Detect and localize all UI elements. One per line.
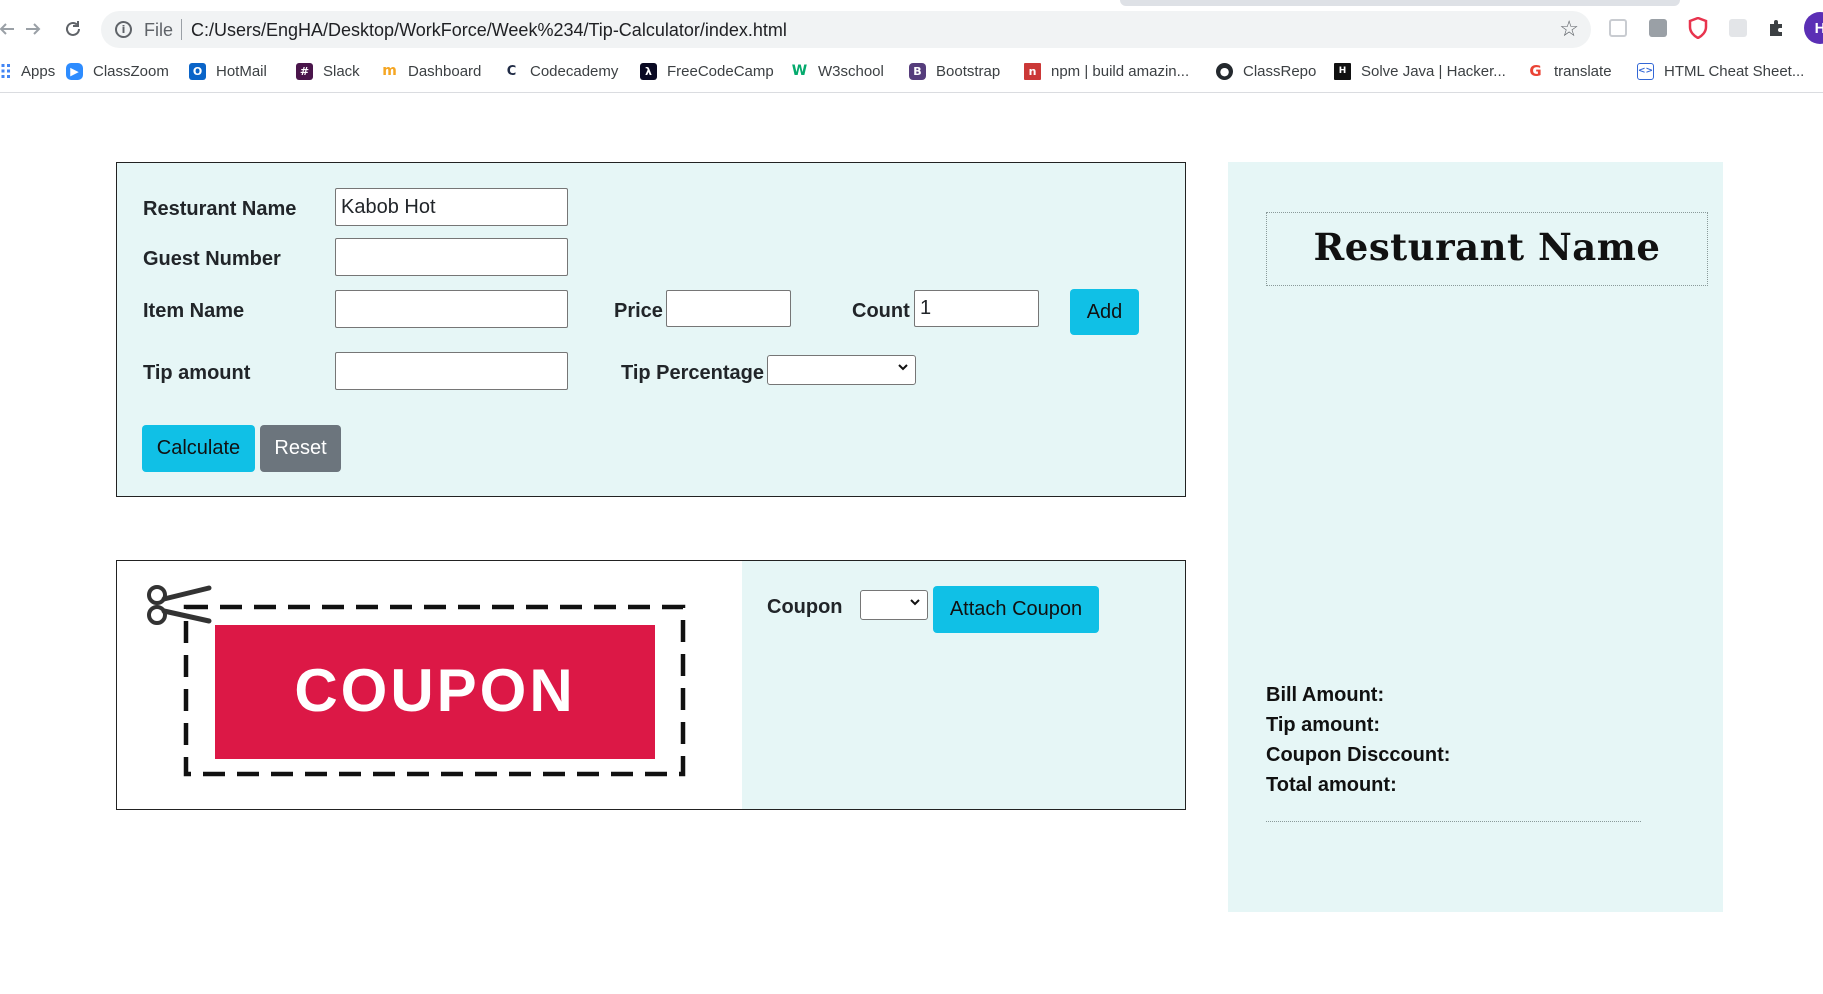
bookmark-classrepo[interactable]: ● ClassRepo — [1216, 59, 1316, 83]
bootstrap-icon: B — [909, 62, 926, 80]
freecodecamp-icon: λ — [640, 62, 657, 80]
zoom-icon: ▶ — [66, 62, 83, 80]
bookmark-npm[interactable]: n npm | build amazin... — [1024, 59, 1189, 83]
bookmark-codecademy[interactable]: C Codecademy — [503, 59, 619, 83]
github-icon: ● — [1216, 62, 1233, 80]
tab-edge — [1120, 0, 1680, 6]
apps-grid-icon — [0, 63, 11, 80]
coupon-panel: COUPON Coupon Attach Coupon — [116, 560, 1186, 810]
bookmark-label: Slack — [323, 62, 360, 80]
back-arrow-icon — [0, 23, 14, 35]
item-name-input[interactable] — [335, 290, 568, 328]
tip-amount-label: Tip amount — [143, 362, 251, 384]
calculate-button[interactable]: Calculate — [142, 425, 255, 472]
bookmark-freecodecamp[interactable]: λ FreeCodeCamp — [640, 59, 774, 83]
bill-amount-label: Bill Amount: — [1266, 684, 1385, 706]
bookmark-label: ClassZoom — [93, 62, 169, 80]
bookmark-label: npm | build amazin... — [1051, 62, 1190, 80]
outlook-icon: O — [189, 62, 206, 80]
bookmark-label: HotMail — [216, 62, 267, 80]
address-bar[interactable]: i File C:/Users/EngHA/Desktop/WorkForce/… — [101, 11, 1591, 48]
coupon-banner-text: COUPON — [294, 657, 575, 724]
receipt-panel: Resturant Name Bill Amount: Tip amount: … — [1228, 162, 1723, 912]
receipt-divider — [1266, 821, 1641, 822]
extension-blank-icon[interactable] — [1726, 16, 1750, 40]
bookmark-label: Codecademy — [530, 62, 619, 80]
tip-percentage-label: Tip Percentage — [621, 362, 765, 384]
guest-number-input[interactable] — [335, 238, 568, 276]
profile-avatar[interactable]: H — [1804, 12, 1823, 44]
restaurant-name-label: Resturant Name — [143, 198, 297, 220]
google-icon: G — [1529, 62, 1542, 80]
bookmark-hackerrank[interactable]: H Solve Java | Hacker... — [1334, 59, 1506, 83]
item-name-label: Item Name — [143, 300, 245, 322]
bookmark-label: FreeCodeCamp — [667, 62, 774, 80]
bookmark-hotmail[interactable]: O HotMail — [189, 59, 267, 83]
codecademy-icon: C — [506, 63, 517, 79]
bookmark-bootstrap[interactable]: B Bootstrap — [909, 59, 1000, 83]
tip-form-panel: Resturant Name Guest Number Item Name Pr… — [116, 162, 1186, 497]
bookmark-label: translate — [1554, 62, 1612, 80]
bookmark-label: W3school — [818, 62, 884, 80]
hackerrank-icon: H — [1334, 62, 1351, 80]
extension-pdf-icon[interactable] — [1646, 16, 1670, 40]
bookmark-label: Dashboard — [408, 62, 482, 80]
receipt-totals: Bill Amount: Tip amount: Coupon Disccoun… — [1266, 680, 1450, 800]
count-label: Count — [852, 300, 910, 322]
coupon-select[interactable] — [860, 590, 928, 620]
url-scheme: File — [144, 20, 174, 40]
tab-strip — [0, 0, 1823, 6]
w3schools-icon: W — [791, 63, 808, 79]
coupon-label: Coupon — [767, 596, 843, 618]
extension-shield-icon[interactable] — [1686, 16, 1710, 40]
bookmark-dashboard[interactable]: m Dashboard — [381, 59, 481, 83]
tip-amount-summary-label: Tip amount: — [1266, 714, 1381, 736]
reload-button[interactable] — [58, 14, 88, 44]
bookmarks-bar: Apps ▶ ClassZoom O HotMail # Slack m Das… — [0, 57, 1823, 85]
browser-chrome: i File C:/Users/EngHA/Desktop/WorkForce/… — [0, 0, 1823, 93]
bookmark-label: Solve Java | Hacker... — [1361, 62, 1506, 80]
bookmark-slack[interactable]: # Slack — [296, 59, 360, 83]
info-icon[interactable]: i — [115, 21, 132, 38]
bookmark-label: Apps — [21, 62, 56, 80]
receipt-title-box: Resturant Name — [1266, 212, 1708, 286]
price-input[interactable] — [666, 290, 791, 327]
dashboard-icon: m — [382, 63, 397, 79]
forward-button[interactable] — [18, 14, 48, 44]
count-input[interactable] — [914, 290, 1039, 327]
npm-icon: n — [1024, 62, 1041, 80]
restaurant-name-input[interactable] — [335, 188, 568, 226]
reload-icon — [66, 21, 80, 36]
url-text[interactable]: C:/Users/EngHA/Desktop/WorkForce/Week%23… — [191, 20, 787, 41]
bookmark-star-icon[interactable]: ☆ — [1559, 16, 1579, 42]
extension-pocket-icon[interactable] — [1606, 16, 1630, 40]
bookmark-classzoom[interactable]: ▶ ClassZoom — [66, 59, 169, 83]
slack-icon: # — [296, 62, 313, 80]
guest-number-label: Guest Number — [143, 248, 281, 270]
bookmark-html-cheat-sheet[interactable]: <> HTML Cheat Sheet... — [1637, 59, 1804, 83]
forward-arrow-icon — [26, 23, 41, 35]
bookmark-apps[interactable]: Apps — [0, 59, 55, 83]
attach-coupon-button[interactable]: Attach Coupon — [933, 586, 1099, 633]
coupon-image: COUPON — [117, 561, 742, 809]
chevron-down-icon — [897, 360, 909, 376]
bookmark-w3school[interactable]: W W3school — [791, 59, 884, 83]
bookmark-translate[interactable]: G translate — [1527, 59, 1612, 83]
coupon-discount-label: Coupon Disccount: — [1266, 744, 1451, 766]
extensions-puzzle-icon[interactable] — [1765, 16, 1789, 40]
receipt-title: Resturant Name — [1313, 225, 1661, 269]
bookmark-label: Bootstrap — [936, 62, 1001, 80]
chevron-down-icon — [909, 595, 921, 611]
bookmark-label: HTML Cheat Sheet... — [1664, 62, 1805, 80]
coupon-graphic: COUPON — [147, 585, 686, 777]
reset-button[interactable]: Reset — [260, 425, 341, 472]
price-label: Price — [614, 300, 663, 322]
total-amount-label: Total amount: — [1266, 774, 1397, 796]
tip-amount-input[interactable] — [335, 352, 568, 390]
add-button[interactable]: Add — [1070, 289, 1139, 335]
bookmark-label: ClassRepo — [1243, 62, 1317, 80]
url-separator — [181, 19, 182, 40]
tip-percentage-select[interactable] — [767, 355, 916, 385]
code-icon: <> — [1637, 62, 1654, 80]
